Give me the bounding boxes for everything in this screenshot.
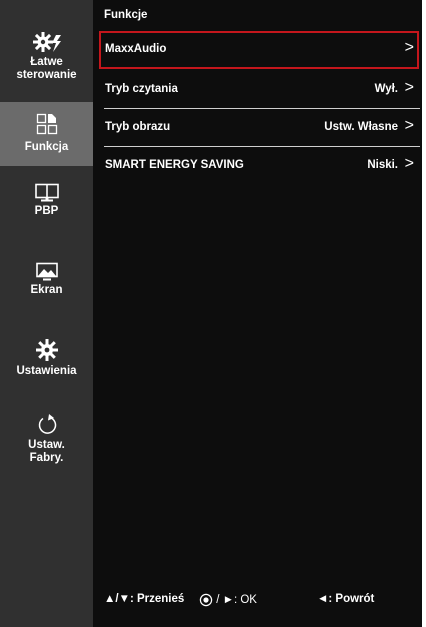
function-icon: [36, 113, 57, 135]
screen-icon: [35, 262, 58, 281]
chevron-right-icon: >: [404, 39, 414, 56]
sidebar-item-label: Ekran: [30, 284, 63, 296]
footer-ok-hint: / ►: OK: [199, 593, 257, 607]
sidebar-item-label: Funkcja: [24, 141, 69, 153]
menu-row-smart-energy-saving[interactable]: SMART ENERGY SAVING Niski. >: [99, 147, 419, 185]
page-title: Funkcje: [104, 9, 148, 21]
sidebar-item-label: PBP: [34, 205, 59, 217]
footer-ok-label: / ►: OK: [216, 594, 257, 607]
sidebar-item-pbp[interactable]: PBP: [0, 183, 93, 223]
row-value: Ustw. Własne: [324, 121, 398, 133]
sidebar-item-label: Ustaw. Fabry.: [28, 439, 65, 464]
row-value: Niski.: [367, 159, 398, 171]
sidebar-item-label: Łatwe sterowanie: [16, 56, 77, 81]
chevron-right-icon: >: [404, 79, 414, 96]
sidebar-item-settings[interactable]: Ustawienia: [0, 337, 93, 385]
chevron-right-icon: >: [404, 117, 414, 134]
row-label: MaxxAudio: [105, 43, 167, 55]
settings-gear-icon: [35, 339, 58, 361]
footer-move-hint: ▲/▼: Przenieś: [104, 593, 185, 605]
footer-back-hint: ◄: Powrót: [317, 593, 375, 605]
menu-row-maxxaudio[interactable]: MaxxAudio >: [99, 31, 419, 69]
sidebar-item-factory-reset[interactable]: Ustaw. Fabry.: [0, 413, 93, 465]
row-label: Tryb czytania: [105, 83, 178, 95]
sidebar-item-label: Ustawienia: [16, 365, 77, 377]
menu-row-picture-mode[interactable]: Tryb obrazu Ustw. Własne >: [99, 109, 419, 147]
row-value: Wył.: [374, 83, 398, 95]
sidebar-item-function[interactable]: Funkcja: [0, 102, 93, 166]
easy-control-icon: [32, 32, 61, 52]
pbp-icon: [34, 183, 59, 202]
chevron-right-icon: >: [404, 155, 414, 172]
sidebar: Łatwe sterowanie Funkcja PBP Ekran Ustaw…: [0, 0, 93, 627]
row-label: Tryb obrazu: [105, 121, 171, 133]
row-label: SMART ENERGY SAVING: [105, 159, 244, 171]
menu-row-reading-mode[interactable]: Tryb czytania Wył. >: [99, 71, 419, 109]
sidebar-item-screen[interactable]: Ekran: [0, 262, 93, 302]
joystick-button-icon: [199, 593, 213, 607]
factory-reset-icon: [38, 414, 56, 434]
osd-menu: Łatwe sterowanie Funkcja PBP Ekran Ustaw…: [0, 0, 422, 627]
sidebar-item-easy-control[interactable]: Łatwe sterowanie: [0, 30, 93, 100]
